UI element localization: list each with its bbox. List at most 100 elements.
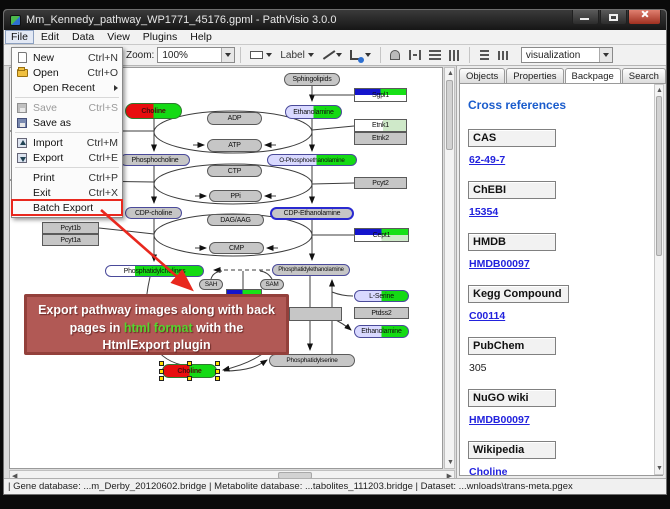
align-middle-icon: [409, 50, 421, 60]
node-sam[interactable]: SAM: [260, 279, 284, 290]
node-choline-bottom-selected[interactable]: Choline: [162, 364, 217, 378]
selection-handle[interactable]: [159, 369, 164, 374]
toolbar-separator: [240, 47, 241, 63]
zoom-combo[interactable]: 100%: [157, 47, 235, 63]
xref-link[interactable]: HMDB00097: [469, 258, 652, 270]
xref-section-wikipedia: Wikipedia Choline: [468, 440, 652, 476]
node-etnk1[interactable]: Etnk1: [354, 119, 407, 132]
node-cmp[interactable]: CMP: [209, 242, 264, 254]
maximize-button[interactable]: [600, 10, 627, 25]
selection-handle[interactable]: [159, 376, 164, 381]
node-pcyt1b[interactable]: Pcyt1b: [42, 222, 99, 234]
selection-handle[interactable]: [187, 376, 192, 381]
selection-handle[interactable]: [159, 361, 164, 366]
xref-link[interactable]: 15354: [469, 206, 652, 218]
tab-properties[interactable]: Properties: [506, 68, 563, 84]
panel-tabs: Objects Properties Backpage Search Legen…: [459, 68, 663, 84]
tab-search[interactable]: Search: [622, 68, 666, 84]
file-menu-export[interactable]: Export Ctrl+E: [12, 150, 122, 165]
node-sphingolipids[interactable]: Sphingolipids: [284, 73, 340, 86]
menu-edit[interactable]: Edit: [35, 30, 65, 44]
node-ppi[interactable]: PPi: [209, 190, 262, 202]
xref-link[interactable]: Choline: [469, 466, 652, 476]
chevron-down-icon[interactable]: [221, 48, 234, 62]
panel-vertical-scrollbar[interactable]: ▲ ▼: [654, 84, 664, 475]
node-phosphatidylserine[interactable]: Phosphatidylserine: [269, 354, 355, 367]
file-menu-open[interactable]: Open Ctrl+O: [12, 65, 122, 80]
tab-objects[interactable]: Objects: [459, 68, 505, 84]
menu-view[interactable]: View: [101, 30, 136, 44]
selection-handle[interactable]: [215, 361, 220, 366]
connector-tool-button[interactable]: [347, 47, 374, 64]
node-cdp-ethanolamine[interactable]: CDP-Ethanolamine: [270, 207, 354, 220]
node-etnk2[interactable]: Etnk2: [354, 132, 407, 145]
xref-section-hmdb: HMDB HMDB00097: [468, 232, 652, 270]
xref-header: ChEBI: [468, 181, 556, 199]
import-icon: [15, 137, 29, 149]
annotation-callout: Export pathway images along with back pa…: [24, 294, 289, 355]
node-ethanolamine-top[interactable]: Ethanolamine: [285, 105, 342, 119]
selection-handle[interactable]: [215, 369, 220, 374]
datanode-template-button[interactable]: [247, 47, 275, 64]
node-l-serine[interactable]: L-Serine: [354, 290, 409, 302]
node-sgpl1[interactable]: Sgpl1: [354, 88, 407, 102]
align-center-button[interactable]: [387, 47, 404, 64]
node-ethanolamine-bottom[interactable]: Ethanolamine: [354, 325, 409, 338]
zoom-label: Zoom:: [126, 50, 154, 61]
xref-header: Kegg Compound: [468, 285, 569, 303]
unlabeled-gene-box[interactable]: [289, 307, 342, 321]
menu-help[interactable]: Help: [184, 30, 218, 44]
tab-backpage[interactable]: Backpage: [565, 68, 621, 84]
canvas-vertical-scrollbar[interactable]: ▲ ▼: [444, 67, 455, 469]
selection-handle[interactable]: [187, 361, 192, 366]
chevron-down-icon[interactable]: [599, 48, 612, 62]
xref-link[interactable]: 62-49-7: [469, 154, 652, 166]
stack-horizontal-button[interactable]: [446, 47, 463, 64]
node-choline-top[interactable]: Choline: [125, 103, 182, 119]
menu-file[interactable]: File: [5, 30, 34, 44]
node-phosphocholine[interactable]: Phosphocholine: [120, 154, 190, 166]
align-middle-button[interactable]: [406, 47, 424, 64]
node-ctp[interactable]: CTP: [207, 165, 262, 177]
distribute-button[interactable]: [495, 47, 512, 64]
file-menu-print[interactable]: Print Ctrl+P: [12, 170, 122, 185]
file-menu: New Ctrl+N Open Ctrl+O Open Recent Save …: [11, 47, 123, 218]
file-menu-exit[interactable]: Exit Ctrl+X: [12, 185, 122, 200]
file-menu-new[interactable]: New Ctrl+N: [12, 50, 122, 65]
node-phosphatidylcholines[interactable]: Phosphatidylcholines: [105, 265, 204, 277]
file-menu-batch-export[interactable]: Batch Export: [12, 200, 122, 215]
node-cept1[interactable]: Cept1: [354, 228, 409, 242]
xref-link[interactable]: C00114: [469, 310, 652, 322]
file-menu-save: Save Ctrl+S: [12, 100, 122, 115]
line-tool-button[interactable]: [319, 47, 345, 64]
visualization-combo[interactable]: visualization: [521, 47, 613, 63]
side-panel: Objects Properties Backpage Search Legen…: [456, 66, 665, 478]
node-ptdss2[interactable]: Ptdss2: [354, 307, 409, 319]
node-o-phosphoethanolamine[interactable]: O-Phosphoethanolamine: [267, 154, 357, 166]
xref-link[interactable]: HMDB00097: [469, 414, 652, 426]
label-template-button[interactable]: Label: [277, 47, 316, 64]
node-cdp-choline[interactable]: CDP-choline: [125, 207, 182, 219]
node-sah[interactable]: SAH: [199, 279, 223, 290]
app-icon: [10, 15, 21, 26]
menu-plugins[interactable]: Plugins: [137, 30, 183, 44]
node-dag-aag[interactable]: DAG/AAG: [207, 214, 264, 226]
file-menu-open-recent[interactable]: Open Recent: [12, 80, 122, 95]
close-button[interactable]: [628, 10, 661, 25]
minimize-button[interactable]: [572, 10, 599, 25]
node-phosphatidylethanolamine[interactable]: Phosphatidylethanolamine: [272, 264, 350, 276]
node-pcyt2[interactable]: Pcyt2: [354, 177, 407, 189]
menu-data[interactable]: Data: [66, 30, 100, 44]
backpage-panel: Cross references CAS 62-49-7 ChEBI 15354…: [459, 83, 663, 476]
node-pcyt1a[interactable]: Pcyt1a: [42, 234, 99, 246]
xref-section-cas: CAS 62-49-7: [468, 128, 652, 166]
node-adp[interactable]: ADP: [207, 112, 262, 125]
align-left-button[interactable]: [476, 47, 493, 64]
node-atp[interactable]: ATP: [207, 139, 262, 152]
stack-vertical-button[interactable]: [426, 47, 444, 64]
window-controls: [571, 10, 661, 25]
file-menu-save-as[interactable]: Save as: [12, 115, 122, 130]
title-bar[interactable]: Mm_Kennedy_pathway_WP1771_45176.gpml - P…: [4, 10, 666, 30]
selection-handle[interactable]: [215, 376, 220, 381]
file-menu-import[interactable]: Import Ctrl+M: [12, 135, 122, 150]
